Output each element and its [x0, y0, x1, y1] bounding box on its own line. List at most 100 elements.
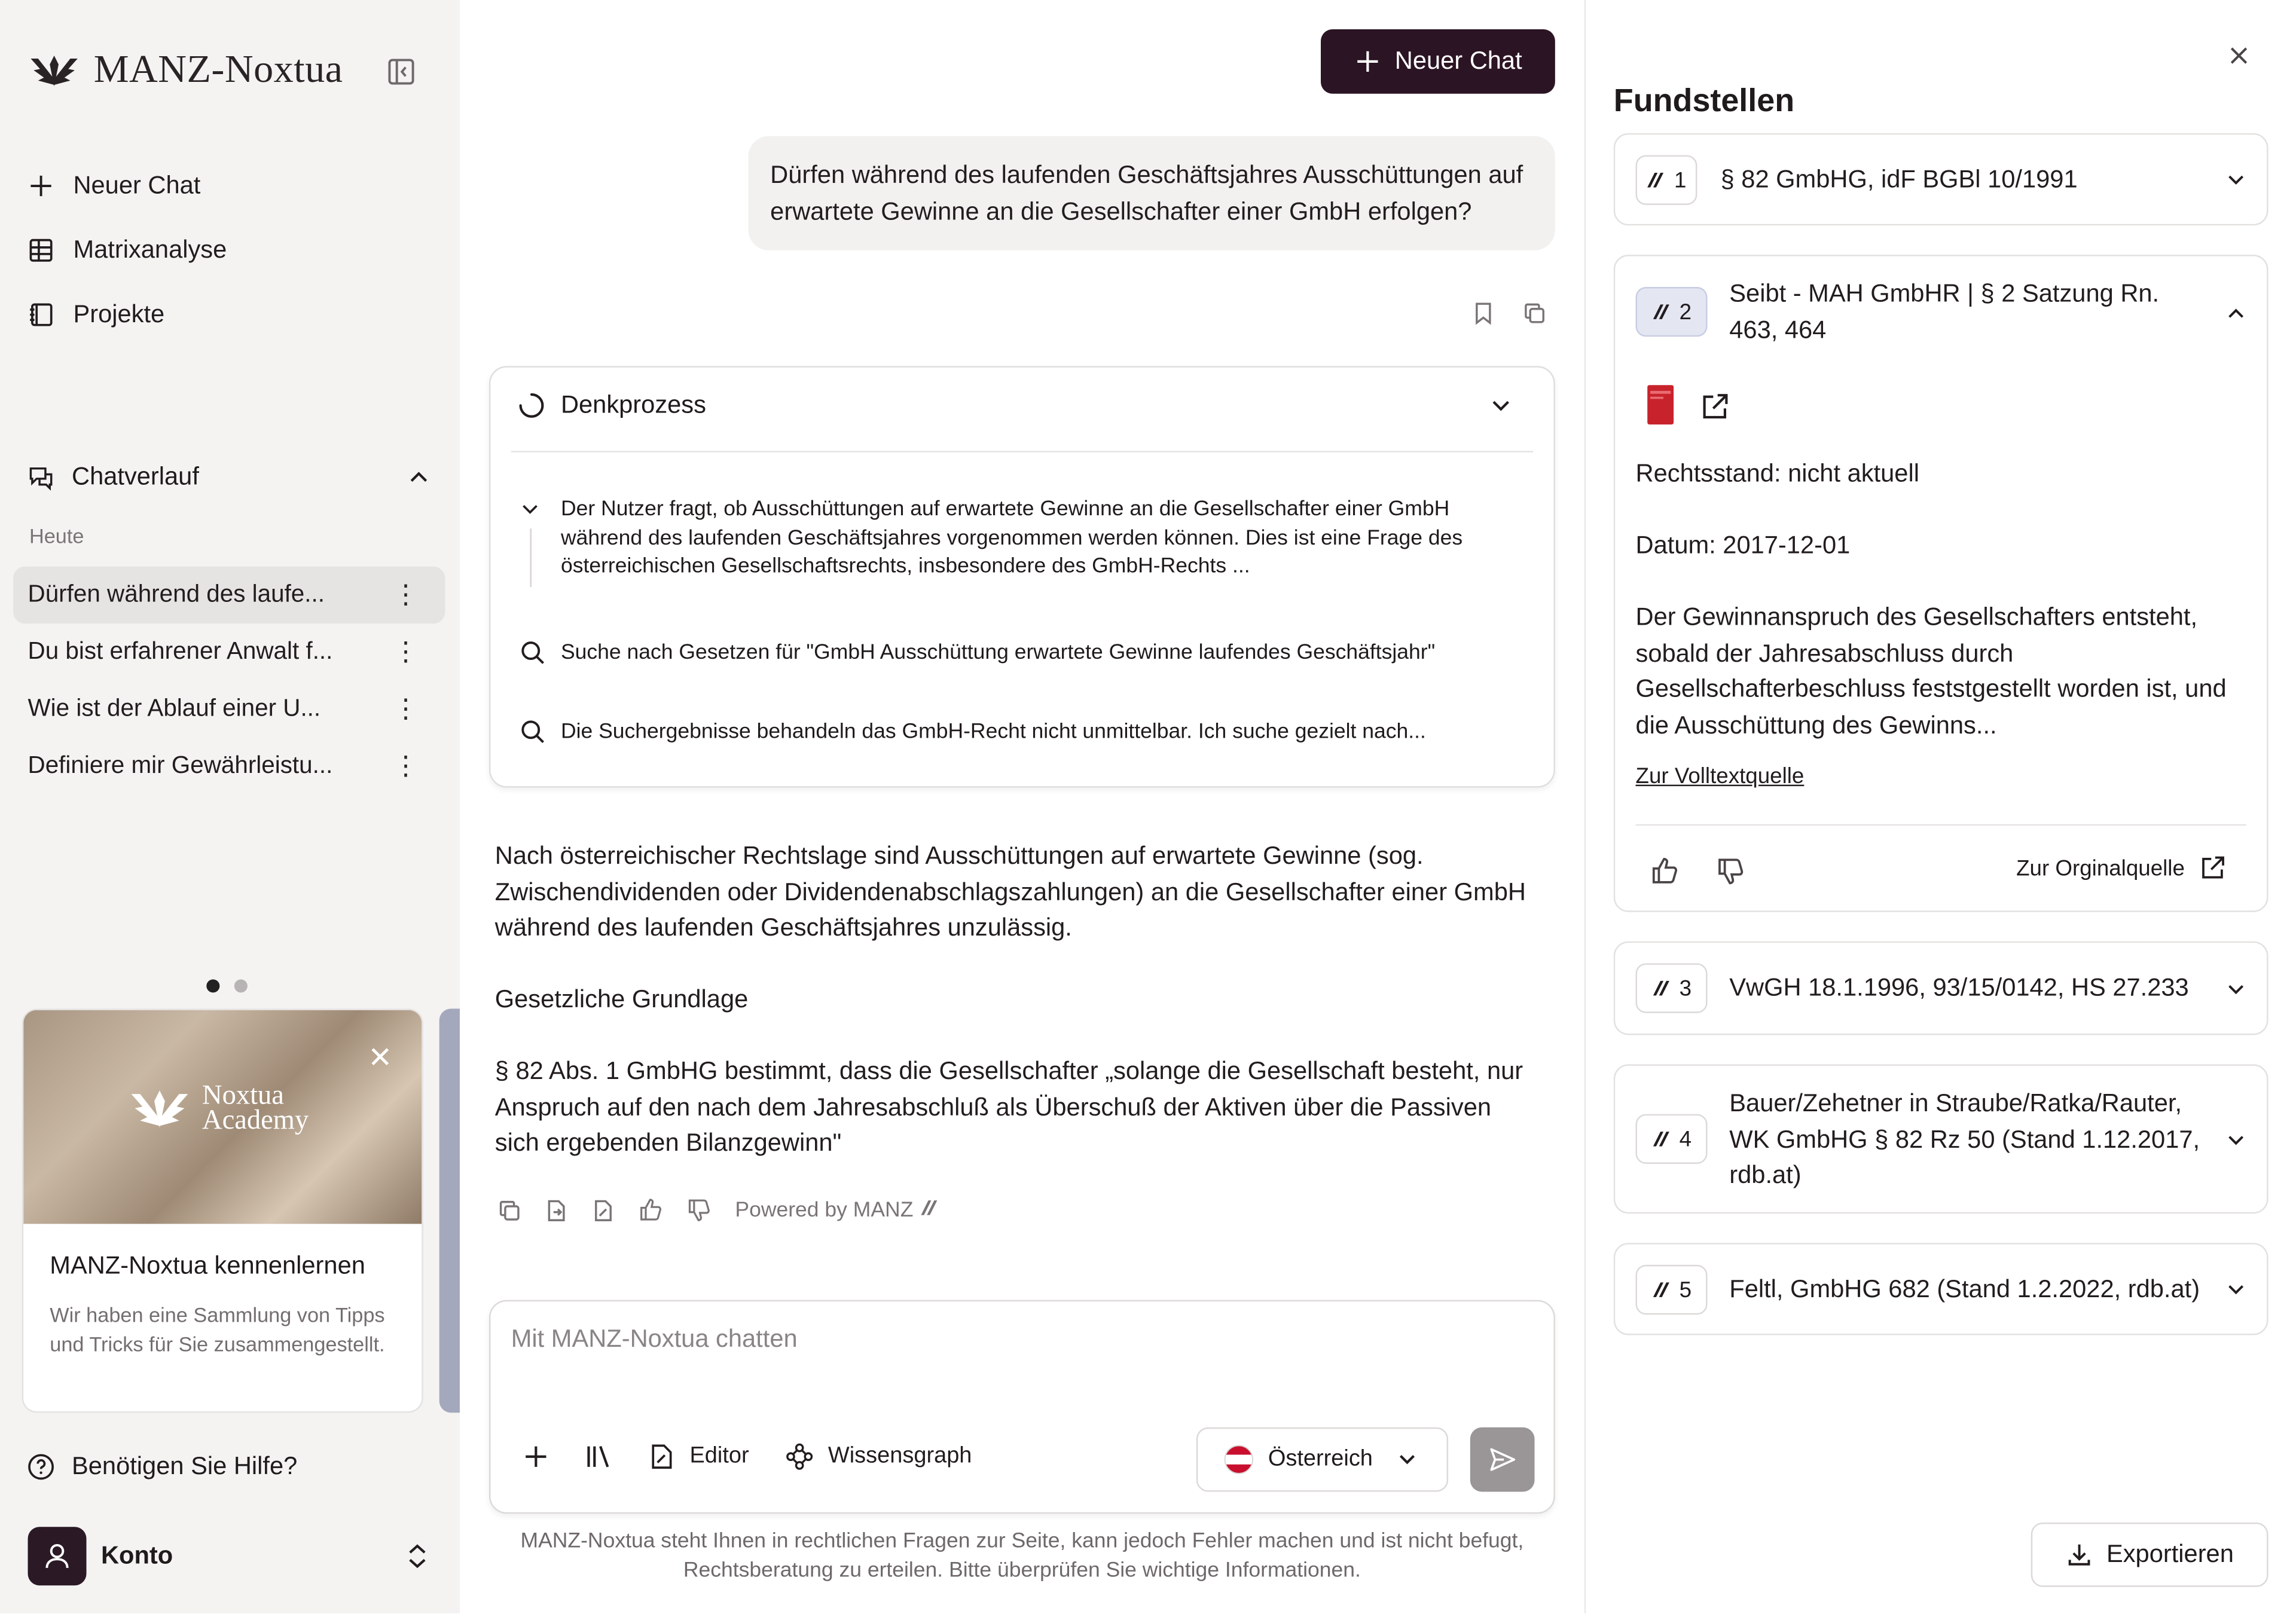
answer-paragraph: § 82 Abs. 1 GmbHG bestimmt, dass die Ges…: [494, 1057, 1523, 1157]
more-options-icon[interactable]: ⋮: [392, 738, 419, 795]
library-icon[interactable]: [584, 1444, 613, 1470]
chevron-down-icon[interactable]: [2225, 170, 2246, 190]
thinking-step[interactable]: Suche nach Gesetzen für "GmbH Ausschüttu…: [520, 640, 1435, 666]
copy-icon[interactable]: [498, 1199, 521, 1222]
bookmark-icon[interactable]: [1473, 301, 1494, 325]
austria-flag-icon: [1224, 1445, 1254, 1474]
plus-icon[interactable]: [523, 1444, 549, 1470]
nav-projekte-label: Projekte: [73, 300, 165, 328]
chevron-down-icon[interactable]: [2225, 1279, 2246, 1300]
thumbs-down-icon[interactable]: [687, 1197, 712, 1222]
thinking-step-text: Der Nutzer fragt, ob Ausschüttungen auf …: [560, 497, 1463, 579]
source-number-badge: 3: [1635, 963, 1708, 1013]
thumbs-up-icon[interactable]: [639, 1197, 664, 1222]
nav-matrixanalyse[interactable]: Matrixanalyse: [26, 236, 227, 265]
history-item-label: Wie ist der Ablauf einer U...: [28, 695, 321, 722]
more-options-icon[interactable]: ⋮: [392, 567, 419, 624]
thinking-step-text: Die Suchergebnisse behandeln das GmbH-Re…: [560, 720, 1426, 744]
nav-projekte[interactable]: Projekte: [26, 300, 164, 329]
help-link[interactable]: Benötigen Sie Hilfe?: [26, 1452, 297, 1481]
country-label: Österreich: [1268, 1446, 1373, 1472]
edit-document-icon[interactable]: [591, 1199, 615, 1222]
close-icon[interactable]: ✕: [368, 1040, 392, 1076]
chevron-up-down-icon[interactable]: [404, 1542, 430, 1571]
send-button[interactable]: [1470, 1427, 1535, 1492]
history-item[interactable]: Du bist erfahrener Anwalt f... ⋮: [13, 623, 445, 681]
noxtua-academy-logo: Noxtua Academy: [126, 1082, 309, 1135]
help-circle-icon: [28, 1454, 54, 1480]
history-item[interactable]: Wie ist der Ablauf einer U... ⋮: [13, 681, 445, 738]
editor-button[interactable]: Editor: [649, 1444, 749, 1470]
source-number-badge: 1: [1635, 155, 1697, 205]
chevron-up-icon[interactable]: [407, 466, 430, 489]
thumbs-down-icon[interactable]: [1716, 857, 1745, 886]
original-source-link[interactable]: Zur Orginalquelle: [2016, 855, 2225, 881]
powered-by-label: Powered by MANZ: [735, 1199, 939, 1222]
copy-icon[interactable]: [1523, 301, 1546, 325]
source-status: Rechtsstand: nicht aktuell: [1635, 459, 1919, 488]
source-number-badge: 2: [1635, 287, 1708, 337]
user-icon: [45, 1543, 69, 1569]
more-options-icon[interactable]: ⋮: [392, 623, 419, 681]
history-item[interactable]: Definiere mir Gewährleistu... ⋮: [13, 738, 445, 795]
search-icon: [521, 641, 544, 664]
sidebar: MANZ-Noxtua Neuer Chat Matrixanalyse Pro…: [0, 0, 460, 1613]
source-excerpt: Der Gewinnanspruch des Gesellschafters e…: [1635, 603, 2227, 739]
thinking-step-text: Suche nach Gesetzen für "GmbH Ausschüttu…: [560, 641, 1436, 665]
disclaimer: MANZ-Noxtua steht Ihnen in rechtlichen F…: [520, 1530, 1524, 1583]
avatar: [28, 1527, 87, 1586]
chevron-down-icon[interactable]: [520, 499, 540, 519]
history-item[interactable]: Dürfen während des laufe... ⋮: [13, 566, 445, 624]
assistant-answer: Nach österreichischer Rechtslage sind Au…: [495, 839, 1535, 1197]
chevron-down-icon[interactable]: [2225, 979, 2246, 999]
source-title: § 82 GmbHG, idF BGBl 10/1991: [1720, 165, 2078, 194]
source-card[interactable]: 5 Feltl, GmbHG 682 (Stand 1.2.2022, rdb.…: [1613, 1243, 2268, 1335]
academy-card[interactable]: Noxtua Academy ✕ MANZ-Noxtua kennenlerne…: [22, 1008, 423, 1413]
account-menu[interactable]: Konto: [28, 1527, 430, 1586]
thinking-step[interactable]: Der Nutzer fragt, ob Ausschüttungen auf …: [520, 496, 1515, 588]
carousel-dot[interactable]: [234, 979, 248, 993]
new-chat-label: Neuer Chat: [1394, 47, 1522, 75]
source-card[interactable]: 4 Bauer/Zehetner in Straube/Ratka/Rauter…: [1613, 1064, 2268, 1214]
fulltext-link[interactable]: Zur Volltextquelle: [1636, 760, 1805, 796]
thinking-process-panel: Denkprozess Der Nutzer fragt, ob Ausschü…: [488, 366, 1555, 788]
close-icon[interactable]: [2227, 44, 2251, 67]
source-card-expanded[interactable]: 2 Seibt - MAH GmbHR | § 2 Satzung Rn. 46…: [1613, 255, 2268, 912]
source-card[interactable]: 1 § 82 GmbHG, idF BGBl 10/1991: [1613, 133, 2268, 226]
thinking-step[interactable]: Die Suchergebnisse behandeln das GmbH-Re…: [520, 719, 1426, 745]
chevron-down-icon[interactable]: [2225, 1130, 2246, 1151]
brand-name: MANZ-Noxtua: [93, 47, 343, 91]
carousel-dot[interactable]: [206, 979, 220, 993]
message-input[interactable]: Mit MANZ-Noxtua chatten: [511, 1325, 798, 1354]
thumbs-up-icon[interactable]: [1650, 857, 1680, 886]
external-link-icon[interactable]: [1700, 392, 1729, 421]
more-options-icon[interactable]: ⋮: [392, 681, 419, 738]
send-icon: [1490, 1448, 1516, 1471]
knowledge-graph-button[interactable]: Wissensgraph: [784, 1442, 972, 1471]
thinking-process-header[interactable]: Denkprozess: [517, 391, 706, 420]
chevron-up-icon[interactable]: [2225, 303, 2246, 323]
export-button[interactable]: Exportieren: [2031, 1522, 2268, 1587]
user-message: Dürfen während des laufenden Geschäftsja…: [748, 136, 1555, 250]
export-document-icon[interactable]: [545, 1199, 568, 1222]
source-card[interactable]: 3 VwGH 18.1.1996, 93/15/0142, HS 27.233: [1613, 941, 2268, 1035]
help-label: Benötigen Sie Hilfe?: [72, 1452, 298, 1480]
message-composer: Mit MANZ-Noxtua chatten Editor Wissensgr…: [488, 1300, 1555, 1514]
answer-actions: Powered by MANZ: [498, 1197, 940, 1222]
chat-history-header[interactable]: Chatverlauf: [26, 463, 430, 492]
source-number-badge: 4: [1635, 1114, 1708, 1164]
source-title: VwGH 18.1.1996, 93/15/0142, HS 27.233: [1729, 973, 2189, 1002]
country-select[interactable]: Österreich: [1196, 1427, 1449, 1492]
new-chat-button[interactable]: Neuer Chat: [1320, 29, 1555, 94]
export-label: Exportieren: [2106, 1540, 2234, 1568]
nav-new-chat[interactable]: Neuer Chat: [26, 172, 200, 201]
chevron-down-icon[interactable]: [1489, 394, 1513, 417]
history-group-label: Heute: [29, 524, 84, 548]
academy-card-image: Noxtua Academy ✕: [23, 1010, 422, 1224]
next-card-peek[interactable]: [439, 1008, 460, 1413]
brand-logo[interactable]: MANZ-Noxtua: [26, 47, 343, 92]
panel-title: Fundstellen: [1613, 82, 1795, 119]
book-cover-icon[interactable]: [1647, 385, 1674, 425]
source-number: 3: [1679, 976, 1692, 1001]
collapse-sidebar-icon[interactable]: [384, 56, 419, 88]
